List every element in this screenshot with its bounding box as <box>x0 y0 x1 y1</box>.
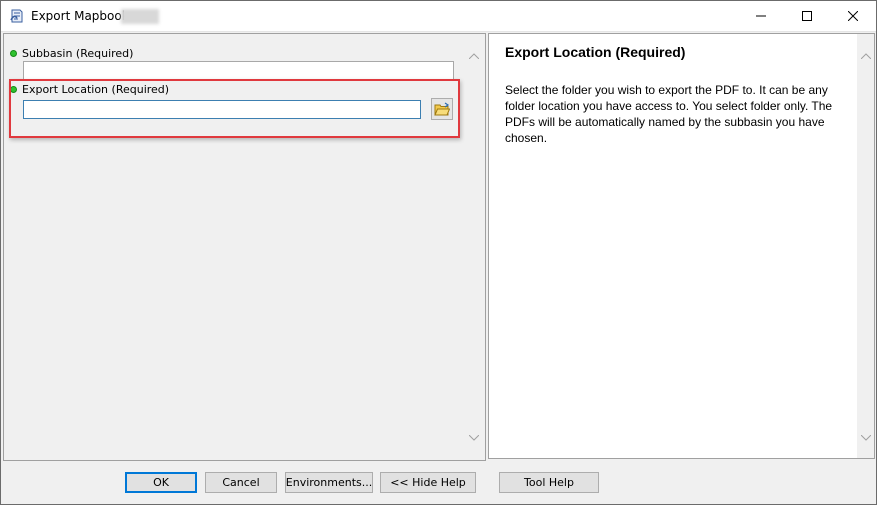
subbasin-input[interactable] <box>23 61 454 80</box>
minimize-icon <box>756 15 766 17</box>
cancel-button[interactable]: Cancel <box>205 472 277 493</box>
close-icon <box>848 11 858 21</box>
help-text: Select the folder you wish to export the… <box>505 83 833 145</box>
scroll-up-icon <box>861 53 871 59</box>
scroll-down-button[interactable] <box>467 432 481 444</box>
hide-help-button[interactable]: << Hide Help <box>380 472 476 493</box>
scroll-down-icon <box>861 435 871 441</box>
app-icon <box>9 8 25 24</box>
help-scroll-down-button[interactable] <box>859 432 873 444</box>
tool-help-button[interactable]: Tool Help <box>499 472 599 493</box>
help-title: Export Location (Required) <box>505 44 686 60</box>
redacted-title-part <box>121 9 159 24</box>
scroll-up-icon <box>469 53 479 59</box>
export-mapbook-dialog: Export Mapbook Subbasin (Required) Expor… <box>0 0 877 505</box>
title-bar[interactable]: Export Mapbook <box>1 1 876 32</box>
minimize-button[interactable] <box>738 1 784 31</box>
help-scrollbar[interactable] <box>857 34 874 458</box>
required-indicator-icon <box>10 50 17 57</box>
window-title: Export Mapbook <box>31 9 129 23</box>
help-panel: Export Location (Required) Select the fo… <box>488 33 875 459</box>
highlight-annotation <box>9 79 460 138</box>
environments-button[interactable]: Environments... <box>285 472 373 493</box>
maximize-icon <box>802 11 812 21</box>
help-scroll-up-button[interactable] <box>859 50 873 62</box>
subbasin-label: Subbasin (Required) <box>22 47 134 60</box>
maximize-button[interactable] <box>784 1 830 31</box>
close-button[interactable] <box>830 1 876 31</box>
scroll-down-icon <box>469 435 479 441</box>
scroll-up-button[interactable] <box>467 50 481 62</box>
ok-button[interactable]: OK <box>125 472 197 493</box>
